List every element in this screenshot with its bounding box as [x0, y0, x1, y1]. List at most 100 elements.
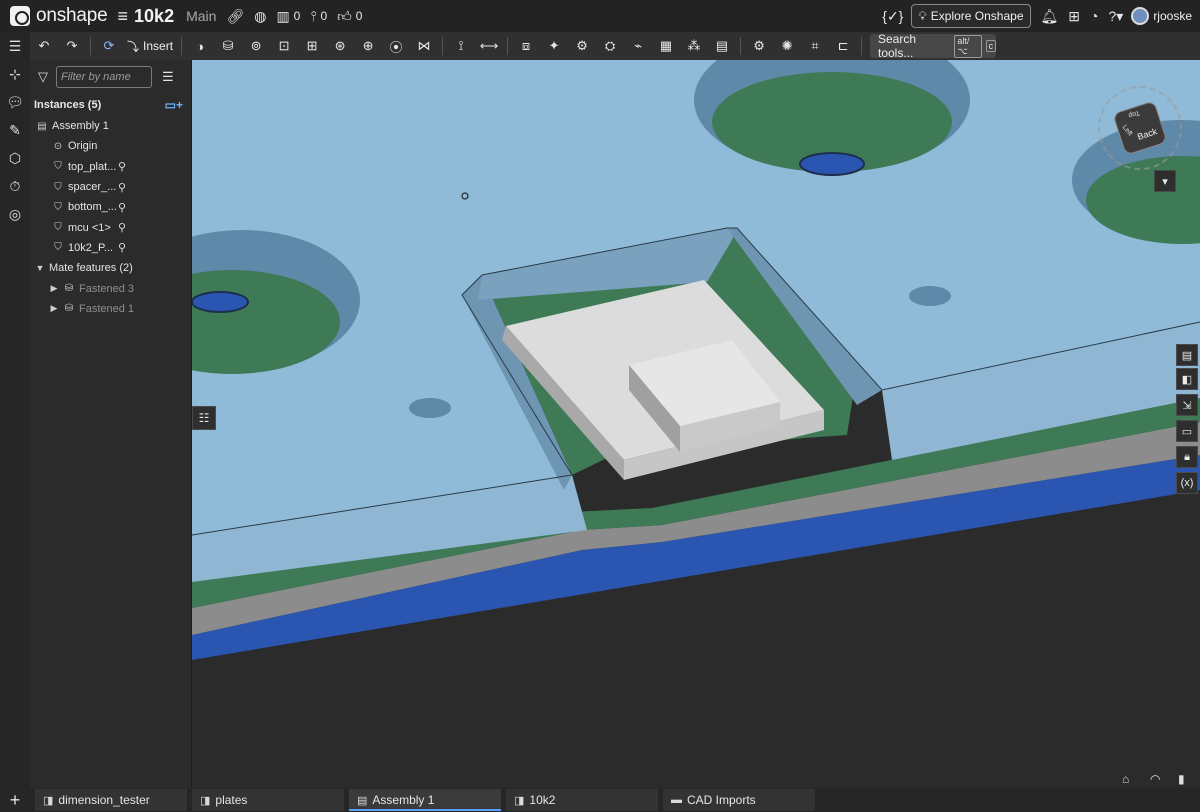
new-folder-icon[interactable]: ▭+ — [165, 98, 183, 112]
graphics-viewport[interactable]: Top Left Back ▾ ▤ ◧ ⇲ ▭ 🔒︎ (x) ⌂ ◠ ▮ — [192, 60, 1200, 788]
tree-instance[interactable]: ⛉ 10k2_P... ⚲ — [30, 238, 191, 258]
filter-input[interactable] — [56, 66, 152, 88]
insert-icon: ⤵ — [127, 39, 140, 54]
gear-relation-icon[interactable]: ⚙︎ — [571, 35, 593, 57]
menu-icon[interactable]: ≡ — [118, 6, 129, 27]
onshape-search-icon[interactable]: ◎ — [0, 200, 30, 228]
animation-timer-icon[interactable]: ⏱︎ — [0, 172, 30, 200]
instances-header[interactable]: Instances (5) ▭+ — [30, 94, 191, 116]
lock-panel-icon[interactable]: 🔒︎ — [1176, 446, 1198, 468]
branch-name[interactable]: Main — [186, 8, 216, 24]
view-cube-face-back[interactable]: Back — [1136, 126, 1158, 142]
interference-icon[interactable]: ⁂ — [683, 35, 705, 57]
width-mate-icon[interactable]: ⟷ — [478, 35, 500, 57]
tree-instance[interactable]: ⛉ mcu <1> ⚲ — [30, 217, 191, 237]
variables-panel-icon[interactable]: (x) — [1176, 472, 1198, 494]
bom-icon[interactable]: ✎ — [0, 116, 30, 144]
view-cube[interactable]: Top Left Back — [1098, 86, 1182, 170]
username[interactable]: rjooske — [1153, 9, 1192, 23]
tree-origin[interactable]: ⊙ Origin — [30, 136, 191, 156]
brand-name: onshape — [36, 5, 108, 26]
mass-properties-icon[interactable]: ⇲ — [1176, 394, 1198, 416]
search-tools-button[interactable]: Search tools... alt/⌥ c — [870, 32, 996, 60]
tree-instance[interactable]: ⛉ top_plat... ⚲ — [30, 157, 191, 177]
planar-mate-icon[interactable]: ⊞ — [301, 35, 323, 57]
tangent-mate-icon[interactable]: ⟟ — [450, 35, 472, 57]
toolbar-divider — [861, 37, 863, 55]
tree-assembly[interactable]: ▤ Assembly 1 — [30, 116, 191, 136]
fastened-mate-icon[interactable]: ⛁ — [217, 35, 239, 57]
mate-connector-icon[interactable]: ⊹ — [0, 60, 30, 88]
view-options-button[interactable]: ▾ — [1154, 170, 1176, 192]
tree-instance[interactable]: ⛉ bottom_... ⚲ — [30, 197, 191, 217]
explore-onshape-label: Explore Onshape — [930, 9, 1024, 23]
chevron-right-icon[interactable]: ▶ — [48, 303, 60, 314]
instance-list-icon[interactable]: ☰ — [0, 32, 30, 60]
notifications-bell-icon[interactable]: 🔔︎ — [1041, 8, 1059, 25]
screw-relation-icon[interactable]: ⌁ — [627, 35, 649, 57]
tab-dimension-tester[interactable]: ◨ dimension_tester — [35, 789, 187, 811]
configurations-icon[interactable]: ⬡ — [0, 144, 30, 172]
named-positions-icon[interactable]: ⊏ — [832, 35, 854, 57]
assembly-icon: ▤ — [37, 120, 47, 132]
explore-onshape-button[interactable]: 💡︎ Explore Onshape — [911, 4, 1031, 28]
add-tab-icon[interactable]: + — [0, 790, 30, 811]
rack-pinion-icon[interactable]: ⛭ — [599, 35, 621, 57]
tree-instance[interactable]: ⛉ spacer_... ⚲ — [30, 177, 191, 197]
replicate-icon[interactable]: ◑ — [189, 35, 211, 57]
comments-icon[interactable]: 💬︎ — [0, 88, 30, 116]
undo-icon[interactable]: ↶ — [33, 35, 55, 57]
group-icon[interactable]: ⧈ — [515, 35, 537, 57]
revolute-mate-icon[interactable]: ⊚ — [245, 35, 267, 57]
settings-gear-icon[interactable]: ⚙ — [748, 35, 770, 57]
help-icon[interactable]: ?▾ — [1108, 8, 1123, 25]
measure-arc-icon[interactable]: ◠ — [1150, 772, 1160, 786]
quick-stats-icon[interactable]: ▮ — [1178, 772, 1185, 786]
parallel-mate-icon[interactable]: ⋈ — [413, 35, 435, 57]
app-store-icon[interactable]: ⊞ — [1068, 8, 1080, 25]
document-name[interactable]: 10k2 — [134, 6, 174, 27]
chevron-right-icon[interactable]: ▶ — [48, 283, 60, 294]
show-feature-tree-icon[interactable]: ☷ — [192, 406, 216, 430]
tab-plates[interactable]: ◨ plates — [192, 789, 344, 811]
tree-mate[interactable]: ▶ ⛁ Fastened 3 — [30, 278, 191, 298]
tab-cad-imports[interactable]: ▬ CAD Imports — [663, 789, 815, 811]
user-avatar[interactable] — [1131, 7, 1150, 25]
link-icon[interactable]: 🔗︎ — [226, 8, 244, 25]
properties-panel-icon[interactable]: ▤ — [1176, 344, 1198, 366]
ball-mate-icon[interactable]: ⦿ — [385, 35, 407, 57]
variables-icon[interactable]: {✓} — [882, 8, 903, 25]
mass-icon[interactable]: ⌂ — [1122, 772, 1129, 786]
section-view-icon[interactable]: ▤ — [711, 35, 733, 57]
appearance-panel-icon[interactable]: ◧ — [1176, 368, 1198, 390]
cylindrical-mate-icon[interactable]: ⊛ — [329, 35, 351, 57]
grid-view-icon[interactable]: ⌗ — [804, 35, 826, 57]
like-icon[interactable]: 👍︎ — [337, 8, 352, 25]
toolbar-divider — [740, 37, 742, 55]
versions-icon[interactable]: ▥ — [276, 8, 289, 25]
regenerate-icon[interactable]: ⟳ — [98, 35, 120, 57]
left-rail: ☰ ⊹ 💬︎ ✎ ⬡ ⏱︎ ◎ — [0, 32, 30, 788]
linear-relation-icon[interactable]: ▦ — [655, 35, 677, 57]
view-cube-face-top[interactable]: Top — [1127, 109, 1140, 119]
learning-center-icon[interactable]: ◔ — [1090, 8, 1098, 24]
insert-button[interactable]: ⤵ Insert — [123, 38, 177, 55]
measure-panel-icon[interactable]: ▭ — [1176, 420, 1198, 442]
tab-assembly-1[interactable]: ▤ Assembly 1 — [349, 789, 501, 811]
brand[interactable]: onshape — [10, 5, 108, 27]
branch-icon[interactable]: ⫯ — [310, 8, 316, 25]
tree-mate[interactable]: ▶ ⛁ Fastened 1 — [30, 299, 191, 319]
list-view-icon[interactable]: ☰ — [162, 69, 174, 85]
part-studio-icon: ◨ — [200, 794, 211, 807]
chevron-down-icon[interactable]: ▼ — [34, 263, 46, 273]
filter-funnel-icon[interactable]: ▽ — [38, 69, 48, 85]
tab-10k2[interactable]: ◨ 10k2 — [506, 789, 658, 811]
tree-mates-header[interactable]: ▼ Mate features (2) — [30, 258, 191, 278]
redo-icon[interactable]: ↷ — [61, 35, 83, 57]
globe-icon[interactable]: ◍ — [254, 8, 266, 25]
view-cube-face-left[interactable]: Left — [1121, 124, 1134, 138]
mate-connector-tool-icon[interactable]: ✦ — [543, 35, 565, 57]
explode-view-icon[interactable]: ✺ — [776, 35, 798, 57]
pin-slot-mate-icon[interactable]: ⊕ — [357, 35, 379, 57]
slider-mate-icon[interactable]: ⊡ — [273, 35, 295, 57]
